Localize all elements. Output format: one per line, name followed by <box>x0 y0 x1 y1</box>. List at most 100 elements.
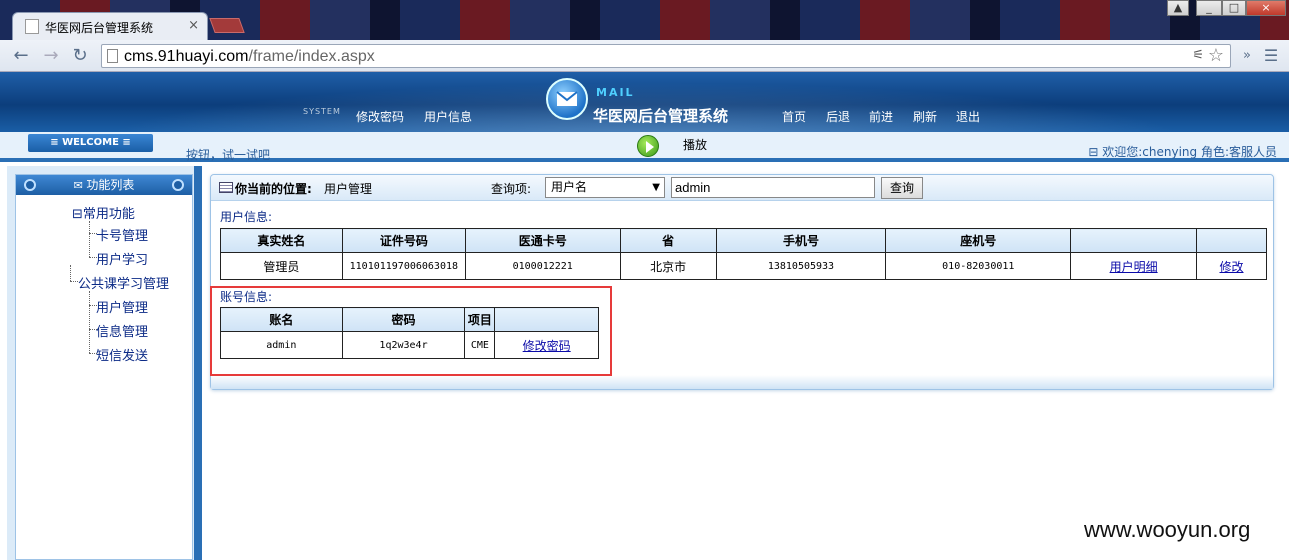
watermark: www.wooyun.org <box>1084 517 1251 542</box>
query-button[interactable]: 查询 <box>881 177 923 199</box>
query-field-select[interactable]: 用户名 ▼ <box>545 177 665 198</box>
user-info-section-label: 用户信息: <box>220 210 273 224</box>
url-path: /frame/index.aspx <box>248 48 375 65</box>
column-header <box>1196 228 1267 253</box>
extensions-chevron-icon[interactable]: » <box>1236 45 1258 67</box>
panel-footer <box>211 375 1273 389</box>
url-host: cms.91huayi.com <box>124 48 249 65</box>
id-number-cell: 110101197006063018 <box>341 252 466 280</box>
user-info-table: 真实姓名 证件号码 医通卡号 省 手机号 座机号 管理员 11010119700… <box>220 228 1267 280</box>
province-cell: 北京市 <box>619 252 717 280</box>
back-link[interactable]: 后退 <box>826 108 850 125</box>
mobile-cell: 13810505933 <box>715 252 887 280</box>
menu-icon[interactable]: ☰ <box>1260 45 1282 67</box>
hint-text: 按钮，试一试吧 <box>186 148 271 162</box>
edit-link[interactable]: 修改 <box>1220 260 1244 274</box>
column-header: 医通卡号 <box>464 228 621 253</box>
column-header <box>494 307 599 332</box>
user-info-link[interactable]: 用户信息 <box>424 108 472 125</box>
tree-connector <box>70 281 78 282</box>
url-text: cms.91huayi.com/frame/index.aspx <box>124 48 375 66</box>
location-icon <box>219 182 233 193</box>
function-tree: ✉ 功能列表 ⊟常用功能 卡号管理 用户学习 公共课学习管理 用户管理 信息管理… <box>15 174 193 560</box>
change-password-link[interactable]: 修改密码 <box>356 108 404 125</box>
card-number-cell: 0100012221 <box>464 252 621 280</box>
column-header: 证件号码 <box>341 228 466 253</box>
sidebar-item-user-management[interactable]: 用户管理 <box>96 297 148 316</box>
column-header: 省 <box>619 228 717 253</box>
browser-title-bar: 华医网后台管理系统 × ▲ _ □ × <box>0 0 1289 40</box>
sidebar: ✉ 功能列表 ⊟常用功能 卡号管理 用户学习 公共课学习管理 用户管理 信息管理… <box>7 166 202 560</box>
site-header: SYSTEM 修改密码 用户信息 MAIL 华医网后台管理系统 首页 后退 前进… <box>0 72 1289 132</box>
account-info-section-label: 账号信息: <box>220 290 273 304</box>
account-name-cell: admin <box>220 331 343 359</box>
tree-group-common[interactable]: ⊟常用功能 <box>72 203 135 222</box>
browser-window: 华医网后台管理系统 × ▲ _ □ × ← → ↻ cms.91huayi.co… <box>0 0 1289 560</box>
user-status-text: 欢迎您:chenying 角色:客服人员 <box>1102 145 1277 159</box>
table-header-row: 真实姓名 证件号码 医通卡号 省 手机号 座机号 <box>220 228 1267 253</box>
table-row: 管理员 110101197006063018 0100012221 北京市 13… <box>220 252 1267 280</box>
column-header: 项目 <box>464 307 496 332</box>
query-select-value: 用户名 <box>551 180 588 194</box>
system-tag: SYSTEM <box>303 107 341 116</box>
column-header: 手机号 <box>715 228 887 253</box>
back-arrow-icon[interactable]: ← <box>10 45 32 67</box>
change-password-cell: 修改密码 <box>494 331 599 359</box>
page-icon <box>25 19 39 34</box>
logout-link[interactable]: 退出 <box>956 108 980 125</box>
mail-label: MAIL <box>596 86 635 99</box>
reload-icon[interactable]: ↻ <box>69 45 91 67</box>
close-window-button[interactable]: × <box>1246 0 1286 16</box>
user-icon: ⊟ <box>1088 145 1103 159</box>
maximize-button[interactable]: □ <box>1222 0 1246 16</box>
mail-logo-icon <box>546 78 588 120</box>
sidebar-item-info-management[interactable]: 信息管理 <box>96 321 148 340</box>
sidebar-item-sms-send[interactable]: 短信发送 <box>96 345 148 364</box>
forward-link[interactable]: 前进 <box>869 108 893 125</box>
site-title: 华医网后台管理系统 <box>593 107 729 125</box>
sidebar-item-card-management[interactable]: 卡号管理 <box>96 225 148 244</box>
position-label: 你当前的位置: <box>235 182 312 196</box>
edit-cell: 修改 <box>1196 252 1267 280</box>
position-value: 用户管理 <box>324 182 373 196</box>
query-label: 查询项: <box>491 182 532 196</box>
browser-toolbar: ← → ↻ cms.91huayi.com/frame/index.aspx ⚟… <box>0 40 1289 72</box>
column-header: 真实姓名 <box>220 228 343 253</box>
header-left-dot-icon <box>24 179 36 191</box>
forward-arrow-icon[interactable]: → <box>40 45 62 67</box>
profile-icon[interactable]: ▲ <box>1167 0 1189 16</box>
column-header: 账名 <box>220 307 343 332</box>
play-icon[interactable] <box>637 135 659 157</box>
change-password-link[interactable]: 修改密码 <box>523 339 571 353</box>
home-link[interactable]: 首页 <box>782 108 806 125</box>
query-input[interactable]: admin <box>671 177 875 198</box>
landline-cell: 010-82030011 <box>885 252 1072 280</box>
user-status: ⊟ 欢迎您:chenying 角色:客服人员 <box>1088 143 1277 160</box>
browser-tab[interactable]: 华医网后台管理系统 × <box>12 12 208 40</box>
tree-connector <box>89 221 90 257</box>
welcome-bar: ≡ WELCOME ≡ 按钮，试一试吧 播放 ⊟ 欢迎您:chenying 角色… <box>0 132 1289 162</box>
project-cell: CME <box>464 331 496 359</box>
real-name-cell: 管理员 <box>220 252 343 280</box>
tree-connector <box>70 265 71 281</box>
tree-group-public-course[interactable]: 公共课学习管理 <box>78 273 169 292</box>
page-icon <box>107 49 118 63</box>
bookmark-star-icon[interactable]: ☆ <box>1208 45 1224 66</box>
function-list-title: 功能列表 <box>86 178 135 192</box>
new-tab-button[interactable] <box>209 18 245 33</box>
sidebar-item-user-study[interactable]: 用户学习 <box>96 249 148 268</box>
welcome-tab: ≡ WELCOME ≡ <box>28 134 153 152</box>
user-detail-link[interactable]: 用户明细 <box>1110 260 1158 274</box>
tree-connector <box>89 291 90 353</box>
minimize-button[interactable]: _ <box>1196 0 1222 16</box>
refresh-link[interactable]: 刷新 <box>913 108 937 125</box>
column-header <box>1070 228 1198 253</box>
play-label[interactable]: 播放 <box>683 136 707 153</box>
address-bar[interactable]: cms.91huayi.com/frame/index.aspx ⚟ ☆ <box>101 44 1231 68</box>
user-detail-cell: 用户明细 <box>1070 252 1198 280</box>
translate-icon[interactable]: ⚟ <box>1192 48 1204 63</box>
tab-close-icon[interactable]: × <box>188 18 199 33</box>
tab-title: 华医网后台管理系统 <box>45 21 154 35</box>
main-panel: 你当前的位置: 用户管理 查询项: 用户名 ▼ admin 查询 用户信息: 真实… <box>210 174 1274 390</box>
envelope-icon: ✉ <box>73 179 87 192</box>
